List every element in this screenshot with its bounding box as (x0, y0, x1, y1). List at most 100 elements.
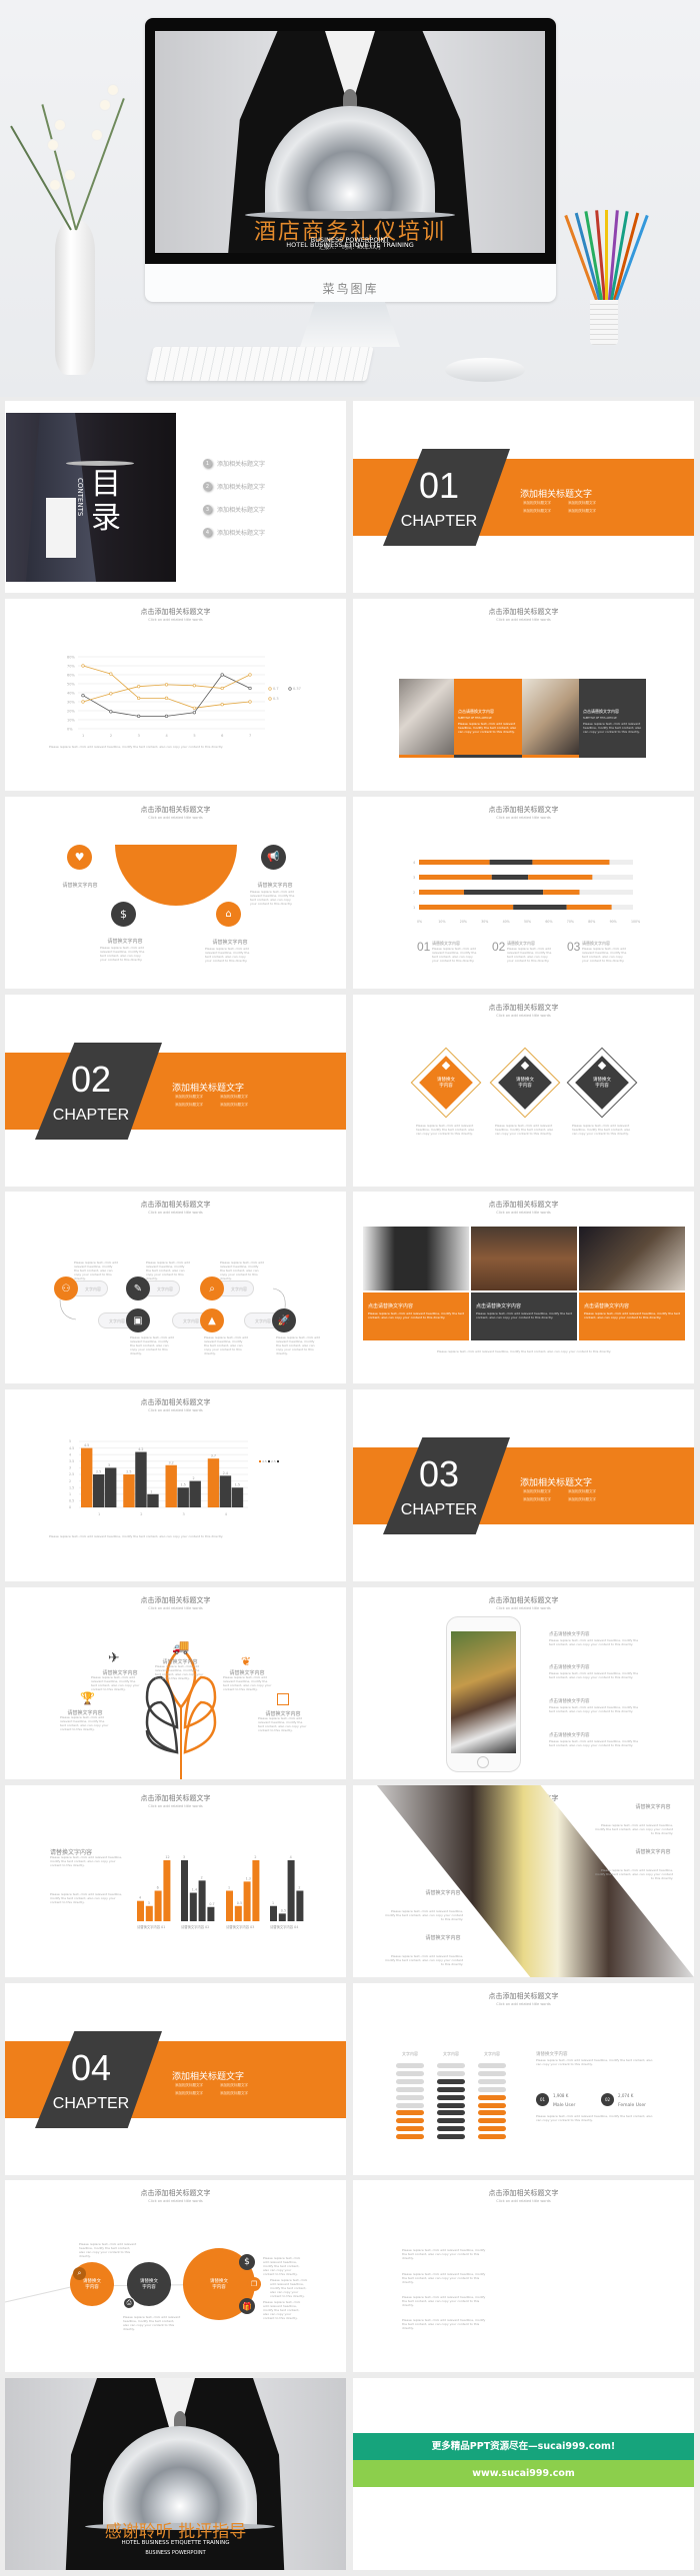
y-tick-label: 80% (67, 656, 75, 660)
pill (437, 2063, 465, 2068)
pill (396, 2118, 424, 2124)
slide-header: 点击添加相关标题文字 Click on add related title wor… (353, 2188, 694, 2203)
bar-segment (491, 875, 529, 880)
data-point (220, 673, 224, 677)
bar-segment (532, 860, 610, 865)
body-text: Please replace text, click add relevant … (49, 745, 224, 749)
slide-grouped-bars[interactable]: 点击添加相关标题文字 Click on add related title wor… (5, 1785, 346, 1977)
slide-process[interactable]: 点击添加相关标题文字 Click on add related title wor… (5, 1192, 346, 1383)
slide-tree-infographic[interactable]: 点击添加相关标题文字 Click on add related title wor… (5, 1587, 346, 1779)
body-text: Please replace text, click add relevant … (223, 1675, 272, 1691)
slide-circles[interactable]: 点击添加相关标题文字 Click on add related title wor… (5, 2180, 346, 2372)
slide-subtitle: Click on add related title words (496, 2002, 551, 2006)
home-icon: ⌂ (216, 902, 241, 927)
slide-chapter-04[interactable]: 04 CHAPTER 添加相关标题文字 添加相关标题文字 添加相关标题文字 添加相关标题文… (5, 1983, 346, 2175)
series-line (82, 674, 251, 717)
dollar-icon: $ (111, 902, 136, 927)
bar (189, 1480, 201, 1507)
data-label: 1 (272, 1901, 274, 1905)
bar (137, 1900, 144, 1921)
slide-phone[interactable]: 点击添加相关标题文字 Click on add related title wor… (353, 1587, 694, 1779)
slide-chapter-03[interactable]: 03 CHAPTER 添加相关标题文字 添加相关标题文字 添加相关标题文字 添加相关标题文… (353, 1389, 694, 1581)
toc-item[interactable]: 添加相关标题文字 (217, 528, 265, 537)
bar (93, 1474, 105, 1507)
body-text: Please replace text, click add relevant … (384, 1954, 463, 1966)
legend-marker (277, 1460, 279, 1462)
pill (437, 2110, 465, 2116)
data-label: 2 (254, 1855, 256, 1859)
business-photo (522, 679, 579, 755)
y-tick-label: 2 (413, 891, 415, 895)
y-tick-label: 0% (67, 728, 73, 732)
y-tick-label: 2.5 (69, 1472, 74, 1476)
promo-url[interactable]: www.sucai999.com (353, 2460, 694, 2487)
toc-item[interactable]: 添加相关标题文字 (217, 505, 265, 514)
data-label: 2.5 (126, 1470, 131, 1474)
x-tick-label: 100% (631, 920, 640, 924)
body-text: Please replace text, click add relevant … (594, 1823, 673, 1835)
cover-meta: 汇报人： 时间：XX年XX月 (319, 245, 381, 251)
body-text: Please replace text, click add relevant … (402, 2272, 486, 2284)
bar (154, 1890, 162, 1921)
item-title: 点击请替换文字内容 (549, 1632, 590, 1637)
gift-icon: 🎁 (239, 2298, 255, 2314)
chapter-bullet: 添加相关标题文字 (568, 1489, 596, 1493)
data-point (81, 664, 85, 668)
slide-line-chart[interactable]: 点击添加相关标题文字 Click on add related title wor… (5, 599, 346, 791)
slide-promo[interactable]: 更多精品PPT资源尽在—sucai999.com! www.sucai999.c… (353, 2378, 694, 2570)
toc-item[interactable]: 添加相关标题文字 (217, 482, 265, 491)
pill (478, 2126, 506, 2132)
chapter-bullet: 添加相关标题文字 (220, 1095, 248, 1099)
pill (478, 2110, 506, 2116)
pill (396, 2126, 424, 2132)
label: 请替换文字内容 (107, 939, 143, 945)
chapter-bullet: 添加相关标题文字 (568, 501, 596, 505)
promo-banner[interactable]: 更多精品PPT资源尽在—sucai999.com! (353, 2433, 694, 2460)
slide-chapter-02[interactable]: 02 CHAPTER 添加相关标题文字 添加相关标题文字 添加相关标题文字 添加相关标题文… (5, 995, 346, 1187)
keyboard-image (146, 347, 374, 381)
y-tick-label: 1 (69, 1492, 71, 1496)
y-tick-label: 4 (69, 1452, 71, 1456)
body-text: Please replace text, click add relevant … (123, 2315, 181, 2331)
slide-text-list[interactable]: 点击添加相关标题文字 Click on add related title wor… (353, 2180, 694, 2372)
pill (437, 2070, 465, 2076)
pill (396, 2063, 424, 2068)
slide-stacked-bar[interactable]: 点击添加相关标题文字 Click on add related title wor… (353, 797, 694, 989)
y-tick-label: 0 (69, 1505, 71, 1509)
slide-photo-strip[interactable]: 点击添加相关标题文字 Click on add related title wor… (353, 599, 694, 791)
body-text: Please replace text, click add relevant … (146, 1261, 190, 1281)
y-tick-label: 60% (67, 674, 75, 678)
slide-header: 点击添加相关标题文字 Click on add related title wor… (353, 1991, 694, 2006)
slide-subtitle: Click on add related title words (496, 618, 551, 622)
body-text: Please replace text, click add relevant … (100, 946, 145, 962)
toc-item[interactable]: 添加相关标题文字 (217, 459, 265, 468)
body-text: Please replace text, click add relevant … (270, 2278, 308, 2298)
bar (147, 1493, 159, 1507)
body-text: Please replace text, click add relevant … (536, 2114, 653, 2122)
data-label: 2.5 (96, 1470, 101, 1474)
slide-chapter-01[interactable]: 01 CHAPTER 添加相关标题文字 添加相关标题文字 添加相关标题文字 添加相关标题文… (353, 401, 694, 593)
slide-diagonal-photo[interactable]: 点击添加相关标题文字Click on add related title wor… (353, 1785, 694, 1977)
bar (219, 1475, 232, 1507)
truck-icon: 🚚 (172, 1639, 190, 1655)
slide-toc[interactable]: 目录 CONTENTS 1 添加相关标题文字 2 添加相关标题文字 3 添加相关标题文字 4… (5, 401, 346, 593)
slide-diamonds[interactable]: 点击添加相关标题文字 Click on add related title wor… (353, 995, 694, 1187)
legend-label: 0.3 (273, 697, 279, 701)
slide-bar-chart[interactable]: 点击添加相关标题文字 Click on add related title wor… (5, 1389, 346, 1581)
x-tick-label: 0% (417, 920, 422, 924)
label: 请替换文字内容 (425, 1890, 461, 1896)
slide-subtitle: Click on add related title words (496, 1606, 551, 1610)
legend-label: 0.7 (273, 687, 279, 691)
slide-photo-cards[interactable]: 点击添加相关标题文字 Click on add related title wor… (353, 1192, 694, 1383)
data-label: 1.4 (192, 1888, 197, 1892)
champagne-photo (376, 1785, 694, 1977)
x-tick-label: 7 (249, 734, 251, 738)
y-tick-label: 10% (67, 719, 75, 723)
column-label: 文字内容 (443, 2051, 459, 2056)
slide-thanks[interactable]: 感谢聆听 批评指导 HOTEL BUSINESS ETIQUETTE TRAIN… (5, 2378, 346, 2570)
slide-pill-columns[interactable]: 点击添加相关标题文字 Click on add related title wor… (353, 1983, 694, 2175)
pill (396, 2134, 424, 2140)
slide-semicircle[interactable]: 点击添加相关标题文字 Click on add related title wor… (5, 797, 346, 989)
y-tick-label: 50% (67, 683, 75, 687)
y-tick-label: 4.5 (69, 1446, 74, 1450)
